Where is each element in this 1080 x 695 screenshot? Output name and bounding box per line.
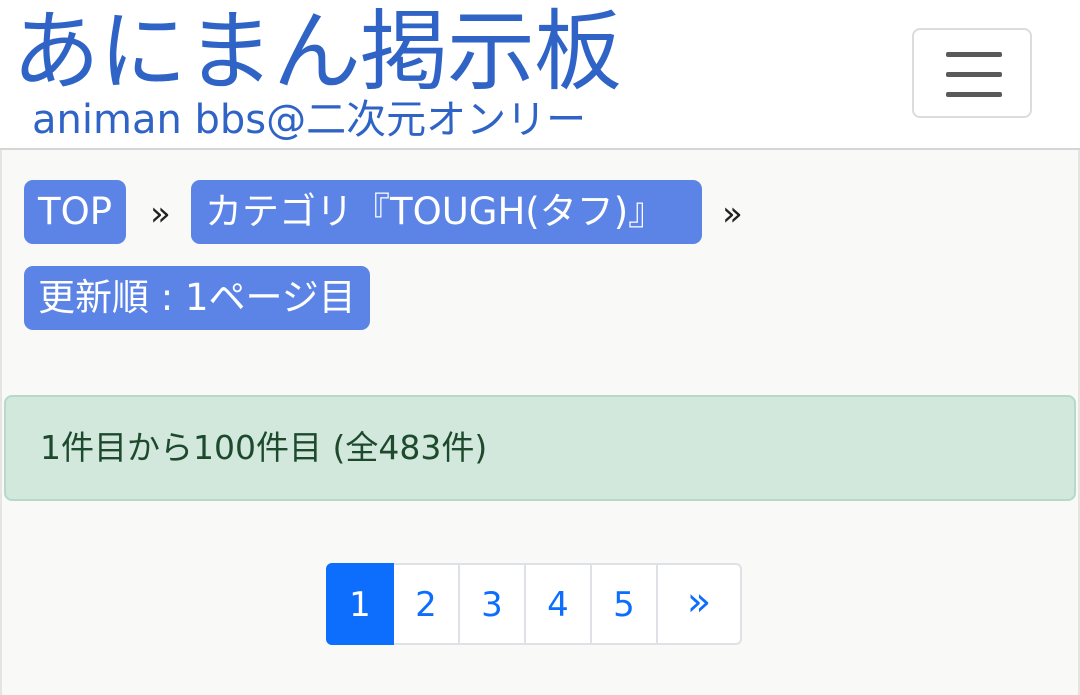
next-page-button[interactable]: » bbox=[656, 563, 742, 645]
page-link-4[interactable]: 4 bbox=[524, 563, 592, 645]
site-title: あにまん掲示板 bbox=[12, 0, 622, 103]
breadcrumb-separator: » bbox=[150, 194, 171, 234]
pagination: 1 2 3 4 5 » bbox=[326, 563, 742, 645]
result-count-alert: 1件目から100件目 (全483件) bbox=[4, 395, 1076, 501]
page-link-5[interactable]: 5 bbox=[590, 563, 658, 645]
site-header: あにまん掲示板 animan bbs@二次元オンリー bbox=[0, 0, 1080, 150]
site-logo[interactable]: あにまん掲示板 animan bbs@二次元オンリー bbox=[12, 4, 622, 144]
menu-toggle-button[interactable] bbox=[912, 28, 1032, 118]
main-content: TOP » カテゴリ『TOUGH(タフ)』 » 更新順 : 1ページ目 1件目か… bbox=[0, 150, 1080, 695]
site-subtitle: animan bbs@二次元オンリー bbox=[32, 97, 587, 143]
page-link-3[interactable]: 3 bbox=[458, 563, 526, 645]
breadcrumb-category[interactable]: カテゴリ『TOUGH(タフ)』 bbox=[191, 180, 702, 244]
breadcrumb-top[interactable]: TOP bbox=[24, 180, 127, 244]
page-link-1[interactable]: 1 bbox=[326, 563, 394, 645]
page-link-2[interactable]: 2 bbox=[392, 563, 460, 645]
breadcrumb-current: 更新順 : 1ページ目 bbox=[24, 266, 370, 330]
breadcrumb-separator: » bbox=[722, 194, 743, 234]
